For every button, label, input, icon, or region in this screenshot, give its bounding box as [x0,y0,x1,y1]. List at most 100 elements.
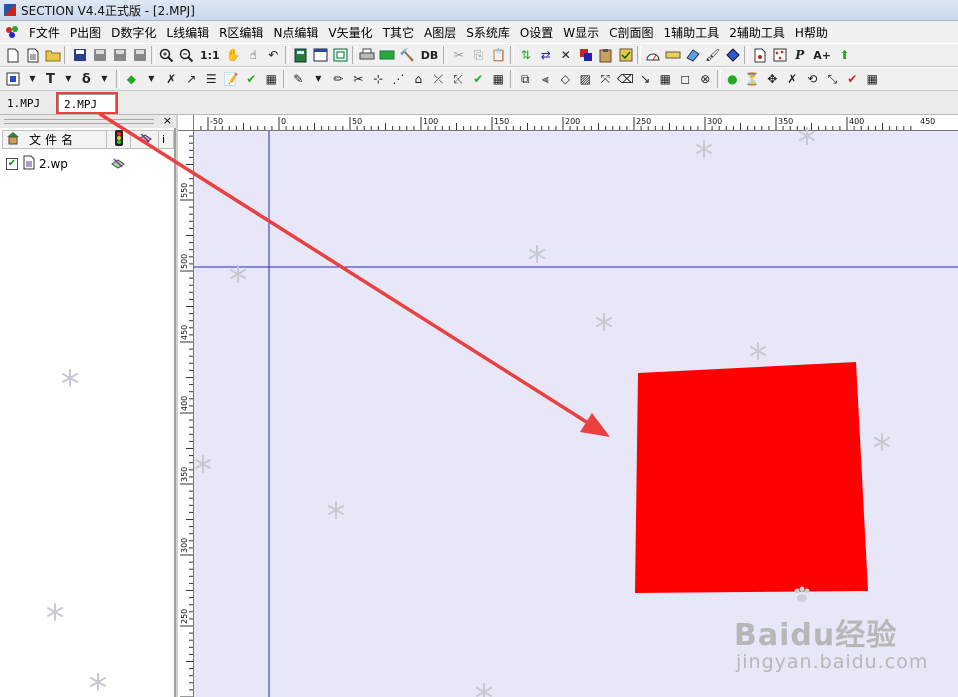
select-box-icon[interactable] [4,71,21,88]
menu-system-library[interactable]: S系统库 [461,24,515,41]
file-edit-status-icon[interactable] [110,156,126,173]
pen-icon[interactable]: ✎ [290,71,307,88]
more-tools-icon[interactable]: ⬆ [836,47,853,64]
point-link-icon[interactable]: ⤡ [824,71,841,88]
point-move-icon[interactable]: ✥ [764,71,781,88]
point-zoom-icon[interactable]: ☝ [245,47,262,64]
list-item[interactable]: ✔ 2.wp [6,155,172,173]
pan-hand-icon[interactable]: ✋ [225,47,242,64]
undo-view-icon[interactable]: ↶ [265,47,282,64]
menu-other[interactable]: T其它 [378,24,419,41]
region-split-icon[interactable]: ⫷ [537,71,554,88]
menu-vectorize[interactable]: V矢量化 [323,24,377,41]
header-edit-column[interactable] [131,131,159,148]
point-grid-icon[interactable]: ▦ [864,71,881,88]
menu-file[interactable]: F文件 [24,24,65,41]
region-node-icon[interactable]: ◇ [557,71,574,88]
mark-point-icon[interactable] [751,47,768,64]
region-hatch-icon[interactable]: ▨ [577,71,594,88]
bar-icon[interactable] [379,47,396,64]
paste-icon[interactable]: 📋 [490,47,507,64]
check-list-icon[interactable] [617,47,634,64]
header-name-column[interactable]: 文件名 [3,131,107,148]
region-grid-icon[interactable]: ▦ [657,71,674,88]
zoom-out-icon[interactable] [178,47,195,64]
tab-1-mpj[interactable]: 1.MPJ [2,94,52,113]
clipboard-icon[interactable] [597,47,614,64]
italic-p-button[interactable]: P [791,47,808,64]
region-square-icon[interactable]: ◻ [677,71,694,88]
region-arrow-icon[interactable]: ↘ [637,71,654,88]
line-grid-icon[interactable]: ▦ [490,71,507,88]
menu-help[interactable]: H帮助 [790,24,833,41]
cut-icon[interactable]: ✂ [450,47,467,64]
zoom-in-icon[interactable] [158,47,175,64]
region-mark-icon[interactable]: ⊗ [697,71,714,88]
copy-icon[interactable]: ⎘ [470,47,487,64]
transfer-icon[interactable]: ⇄ [537,47,554,64]
file-visible-checkbox[interactable]: ✔ [6,158,18,170]
menu-aux-tools-2[interactable]: 2辅助工具 [724,24,790,41]
point-cut-icon[interactable]: ✗ [784,71,801,88]
chevron-down-icon[interactable]: ▼ [96,71,113,88]
map-canvas[interactable] [194,131,958,697]
save-copy-icon[interactable] [131,47,148,64]
panel-close-button[interactable]: × [163,114,172,127]
brush-icon[interactable]: 🖌 [704,47,721,64]
node-link-icon[interactable]: ⋰ [390,71,407,88]
menu-region-edit[interactable]: R区编辑 [214,24,268,41]
anchor-cross-icon[interactable]: ✗ [163,71,180,88]
region-erase-icon[interactable]: ⌫ [617,71,634,88]
sort-icon[interactable]: ⇅ [517,47,534,64]
new-file-icon[interactable] [4,47,21,64]
red-region-polygon[interactable] [635,362,868,593]
database-button[interactable]: DB [419,47,441,64]
line-break-icon[interactable]: ⤫ [430,71,447,88]
chevron-down-icon[interactable]: ▼ [143,71,160,88]
point-paint-icon[interactable]: ● [724,71,741,88]
point-check-icon[interactable]: ✔ [844,71,861,88]
open-folder-icon[interactable] [44,47,61,64]
zoom-ratio-button[interactable]: 1:1 [198,47,222,64]
menu-aux-tools-1[interactable]: 1辅助工具 [659,24,725,41]
text-grow-button[interactable]: A+ [811,47,833,64]
menu-settings[interactable]: O设置 [515,24,558,41]
window-icon[interactable] [312,47,329,64]
layers-icon[interactable] [577,47,594,64]
point-rotate-icon[interactable]: ⟲ [804,71,821,88]
line-cut-icon[interactable]: ✂ [350,71,367,88]
cross-tool-icon[interactable]: ✕ [557,47,574,64]
pencil-icon[interactable]: ✏ [330,71,347,88]
node-add-icon[interactable]: ⊹ [370,71,387,88]
grid-edit-icon[interactable]: ▦ [263,71,280,88]
line-join-icon[interactable]: ⤪ [450,71,467,88]
hammer-icon[interactable]: 🔨 [399,47,416,64]
menu-section[interactable]: C剖面图 [604,24,658,41]
menu-display[interactable]: W显示 [558,24,604,41]
menu-output[interactable]: P出图 [65,24,106,41]
calculator-icon[interactable] [292,47,309,64]
node-move-icon[interactable]: ↗ [183,71,200,88]
eraser-icon[interactable] [684,47,701,64]
chevron-down-icon[interactable]: ▼ [60,71,77,88]
chevron-down-icon[interactable]: ▼ [310,71,327,88]
save-icon[interactable] [71,47,88,64]
scatter-icon[interactable] [771,47,788,64]
header-visibility-column[interactable] [107,130,131,148]
menu-digitize[interactable]: D数字化 [106,24,161,41]
frame-icon[interactable] [332,47,349,64]
diamond-icon[interactable] [724,47,741,64]
fill-icon[interactable]: ◆ [123,71,140,88]
menu-line-edit[interactable]: L线编辑 [161,24,214,41]
gauge-icon[interactable] [644,47,661,64]
ruler-icon[interactable] [664,47,681,64]
doc-list-icon[interactable]: ☰ [203,71,220,88]
new-doc-icon[interactable] [24,47,41,64]
menu-layer[interactable]: A图层 [419,24,461,41]
region-cross-icon[interactable]: ⤧ [597,71,614,88]
edit-doc-icon[interactable]: 📝 [223,71,240,88]
save-all-icon[interactable] [111,47,128,64]
doc-check-icon[interactable]: ✔ [243,71,260,88]
print-icon[interactable] [359,47,376,64]
node-home-icon[interactable]: ⌂ [410,71,427,88]
